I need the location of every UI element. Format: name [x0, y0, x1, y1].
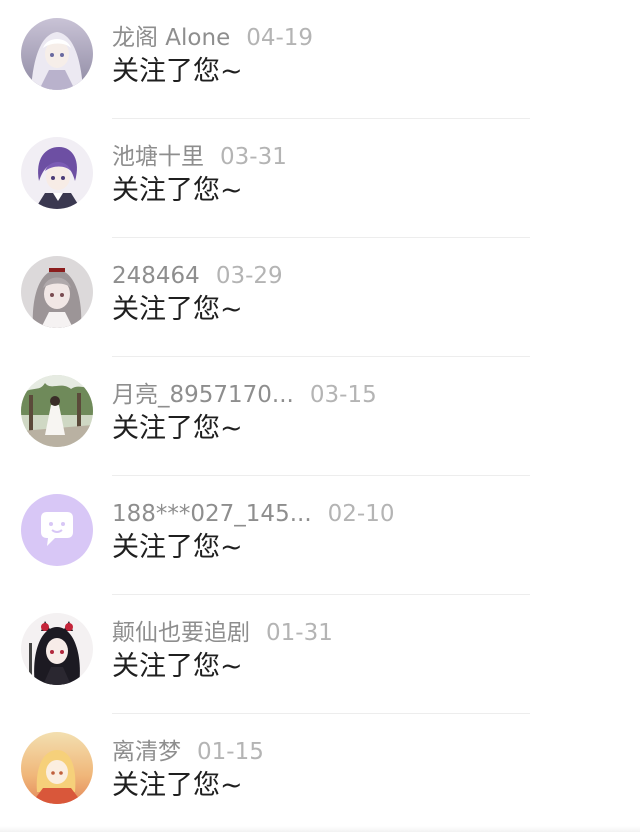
notification-item[interactable]: 颠仙也要追剧 01-31 关注了您~ [0, 595, 640, 714]
follower-notification-list: 龙阁 Alone 04-19 关注了您~ 池塘十里 03-31 关注了您~ 24… [0, 0, 640, 832]
user-name[interactable]: 离清梦 [112, 739, 181, 765]
anime-purple-hair-avatar-icon [21, 137, 93, 209]
user-avatar[interactable] [21, 375, 93, 447]
notification-item[interactable]: 188***027_145... 02-10 关注了您~ [0, 476, 640, 595]
notification-date: 01-15 [197, 739, 264, 765]
user-avatar[interactable] [21, 732, 93, 804]
notification-date: 04-19 [246, 25, 314, 51]
user-name[interactable]: 颠仙也要追剧 [112, 620, 250, 646]
notification-date: 03-31 [220, 144, 287, 170]
notification-meta: 池塘十里 03-31 [112, 141, 287, 173]
notification-meta: 离清梦 01-15 [112, 736, 264, 768]
notification-message: 关注了您~ [112, 56, 243, 87]
user-avatar[interactable] [21, 137, 93, 209]
notification-message: 关注了您~ [112, 532, 243, 563]
anime-black-hair-avatar-icon [21, 613, 93, 685]
user-name[interactable]: 188***027_145... [112, 501, 312, 527]
notification-meta: 颠仙也要追剧 01-31 [112, 617, 333, 649]
notification-meta: 248464 03-29 [112, 260, 283, 292]
user-avatar[interactable] [21, 494, 93, 566]
notification-date: 01-31 [266, 620, 333, 646]
user-name[interactable]: 龙阁 Alone [112, 25, 230, 51]
notification-item[interactable]: 离清梦 01-15 关注了您~ [0, 714, 640, 832]
notification-item[interactable]: 池塘十里 03-31 关注了您~ [0, 119, 640, 238]
notification-message: 关注了您~ [112, 770, 243, 801]
notification-item[interactable]: 龙阁 Alone 04-19 关注了您~ [0, 0, 640, 119]
notification-message: 关注了您~ [112, 175, 243, 206]
user-name[interactable]: 月亮_8957170... [112, 382, 294, 408]
notification-message: 关注了您~ [112, 294, 243, 325]
user-name[interactable]: 池塘十里 [112, 144, 204, 170]
user-name[interactable]: 248464 [112, 263, 200, 289]
default-chat-bubble-avatar-icon [21, 494, 93, 566]
notification-date: 03-15 [309, 382, 377, 408]
notification-meta: 188***027_145... 02-10 [112, 498, 394, 530]
user-avatar[interactable] [21, 256, 93, 328]
bottom-edge [0, 826, 640, 832]
notification-meta: 龙阁 Alone 04-19 [112, 22, 313, 54]
user-avatar[interactable] [21, 613, 93, 685]
anime-white-hair-avatar-icon [21, 18, 93, 90]
notification-date: 02-10 [327, 501, 395, 527]
notification-message: 关注了您~ [112, 651, 243, 682]
notification-item[interactable]: 月亮_8957170... 03-15 关注了您~ [0, 357, 640, 476]
anime-sunset-avatar-icon [21, 732, 93, 804]
user-avatar[interactable] [21, 18, 93, 90]
notification-item[interactable]: 248464 03-29 关注了您~ [0, 238, 640, 357]
notification-meta: 月亮_8957170... 03-15 [112, 379, 377, 411]
notification-message: 关注了您~ [112, 413, 243, 444]
notification-date: 03-29 [215, 263, 283, 289]
anime-grey-hair-avatar-icon [21, 256, 93, 328]
outdoor-photo-avatar-icon [21, 375, 93, 447]
